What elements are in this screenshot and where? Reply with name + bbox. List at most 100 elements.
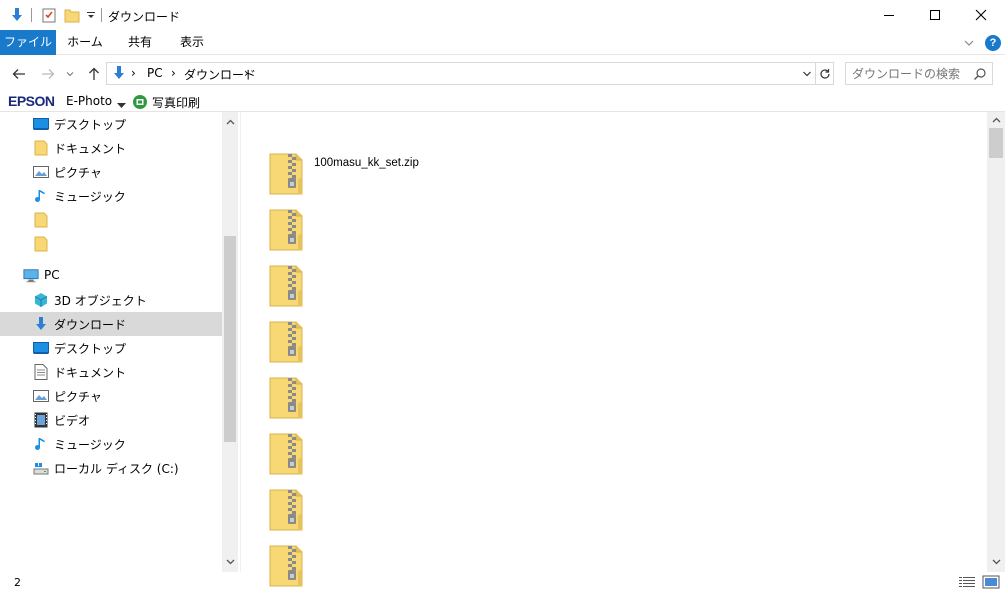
nav-item-label: デスクトップ [54,342,127,356]
nav-item[interactable]: ミュージック [0,432,222,456]
address-history-dropdown-icon[interactable] [799,63,815,84]
nav-item-label: ピクチャ [54,166,102,180]
photo-print-icon[interactable] [132,94,148,113]
scroll-up-icon[interactable] [988,112,1004,128]
nav-item[interactable]: PC [0,264,222,288]
file-item[interactable] [266,208,666,260]
drive-icon [33,460,49,476]
maximize-button[interactable] [912,0,958,30]
scrollbar-thumb[interactable] [989,128,1003,158]
nav-item[interactable]: デスクトップ [0,112,222,136]
navigation-scrollbar[interactable] [222,112,238,572]
zip-folder-icon [268,488,304,532]
file-item[interactable] [266,320,666,372]
file-item[interactable]: 100masu_kk_set.zip [266,152,666,204]
customize-quick-access-icon[interactable] [84,6,98,24]
folder-icon [33,212,49,228]
breadcrumb-separator-icon[interactable]: › [131,66,136,80]
zip-folder-icon [268,152,304,196]
nav-item-label: ピクチャ [54,390,102,404]
help-button[interactable]: ? [985,35,1001,51]
zip-folder-icon [268,208,304,252]
ribbon-tabs: ファイル ホーム 共有 表示 ? [0,30,1005,55]
breadcrumb-pc[interactable]: PC [147,66,163,80]
nav-item[interactable]: ピクチャ [0,160,222,184]
desktop-icon [33,340,49,356]
title-bar: ダウンロード [0,0,1005,30]
photo-print-button[interactable]: 写真印刷 [152,94,200,111]
download-icon [33,316,49,332]
3d-objects-icon [33,292,49,308]
status-bar: 2 [0,572,1005,594]
search-box[interactable] [845,62,993,85]
nav-item[interactable]: ミュージック [0,184,222,208]
music-icon [33,188,49,204]
file-item[interactable] [266,488,666,540]
ephoto-menu[interactable]: E-Photo [66,94,112,108]
details-view-icon[interactable] [958,575,976,592]
pictures-icon [33,164,49,180]
item-count: 2 [14,576,21,589]
nav-item-label: 3D オブジェクト [54,294,147,308]
properties-icon[interactable] [40,6,58,24]
search-icon[interactable] [973,67,987,84]
file-item[interactable] [266,264,666,316]
tab-file[interactable]: ファイル [0,30,56,55]
zip-folder-icon [268,320,304,364]
zip-folder-icon [268,376,304,420]
nav-item[interactable]: ドキュメント [0,136,222,160]
nav-item[interactable]: ビデオ [0,408,222,432]
scroll-down-icon[interactable] [222,554,238,570]
video-icon [33,412,49,428]
nav-item-label: ミュージック [54,190,126,204]
search-input[interactable] [852,65,972,82]
file-name: 100masu_kk_set.zip [314,157,419,169]
nav-item[interactable]: ピクチャ [0,384,222,408]
scroll-up-icon[interactable] [222,114,238,130]
chevron-down-icon[interactable] [117,98,126,112]
nav-item[interactable]: ローカル ディスク (C:) [0,456,222,480]
nav-item[interactable]: ダウンロード [0,312,222,336]
recent-locations-chevron-icon[interactable] [63,64,77,84]
expand-ribbon-chevron-icon[interactable] [962,36,976,50]
nav-item-label: ビデオ [54,414,91,428]
nav-item-label: ダウンロード [54,318,127,332]
nav-item-label: ミュージック [54,438,126,452]
breadcrumb-separator-icon[interactable]: › [244,66,249,80]
tab-home[interactable]: ホーム [58,30,112,55]
navigation-bar: › PC › ダウンロード › [0,56,1005,91]
scroll-down-icon[interactable] [988,554,1004,570]
forward-button[interactable] [38,64,58,84]
new-folder-icon[interactable] [63,6,81,24]
back-button[interactable] [9,64,29,84]
nav-item[interactable]: デスクトップ [0,336,222,360]
address-bar[interactable]: › PC › ダウンロード › [106,62,834,85]
nav-item[interactable] [0,232,222,256]
zip-folder-icon [268,264,304,308]
desktop-icon [33,116,49,132]
folder-icon [33,236,49,252]
document-icon [33,364,49,380]
nav-item-label: PC [44,268,60,282]
breadcrumb-separator-icon[interactable]: › [171,66,176,80]
file-item[interactable] [266,376,666,428]
nav-item[interactable] [0,208,222,232]
up-button[interactable] [84,64,104,84]
tab-view[interactable]: 表示 [166,30,218,55]
download-icon [111,65,127,84]
minimize-button[interactable] [866,0,912,30]
epson-toolbar: EPSON E-Photo 写真印刷 [0,91,1005,112]
content-scrollbar[interactable] [987,112,1005,572]
scrollbar-thumb[interactable] [224,236,236,442]
folder-icon [33,140,49,156]
epson-logo: EPSON [8,93,55,109]
refresh-icon[interactable] [815,63,833,84]
close-button[interactable] [958,0,1004,30]
nav-item-label: ドキュメント [54,366,127,380]
tab-share[interactable]: 共有 [114,30,166,55]
pc-icon [23,268,39,284]
nav-item[interactable]: 3D オブジェクト [0,288,222,312]
large-icons-view-icon[interactable] [982,575,1000,592]
file-item[interactable] [266,432,666,484]
nav-item[interactable]: ドキュメント [0,360,222,384]
